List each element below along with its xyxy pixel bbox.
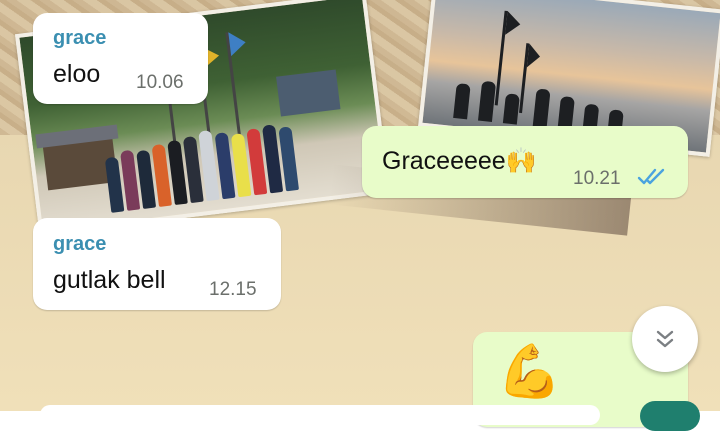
send-button[interactable] [640, 401, 700, 431]
flexed-biceps-emoji: 💪 [497, 343, 562, 401]
sender-name[interactable]: grace [53, 233, 106, 256]
message-input-bar[interactable] [40, 405, 600, 425]
group-of-people [100, 95, 339, 213]
message-time: 10.21 [573, 168, 621, 189]
message-text: Graceeeee🙌 [382, 147, 537, 175]
sender-name[interactable]: grace [53, 27, 106, 50]
message-bubble-incoming[interactable]: grace gutlak bell 12.15 [33, 218, 281, 310]
chevrons-down-icon [656, 330, 674, 348]
scroll-to-bottom-button[interactable] [632, 306, 698, 372]
message-text: gutlak bell [53, 266, 166, 294]
flag-pole [494, 10, 522, 106]
message-text: eloo [53, 60, 101, 88]
message-time: 10.06 [136, 72, 184, 93]
double-check-icon [637, 168, 665, 185]
message-time: 12.15 [209, 279, 257, 300]
message-bubble-outgoing[interactable]: Graceeeee🙌 10.21 [362, 126, 688, 198]
message-bubble-incoming[interactable]: grace eloo 10.06 [33, 13, 208, 104]
flag-pole [519, 43, 542, 114]
